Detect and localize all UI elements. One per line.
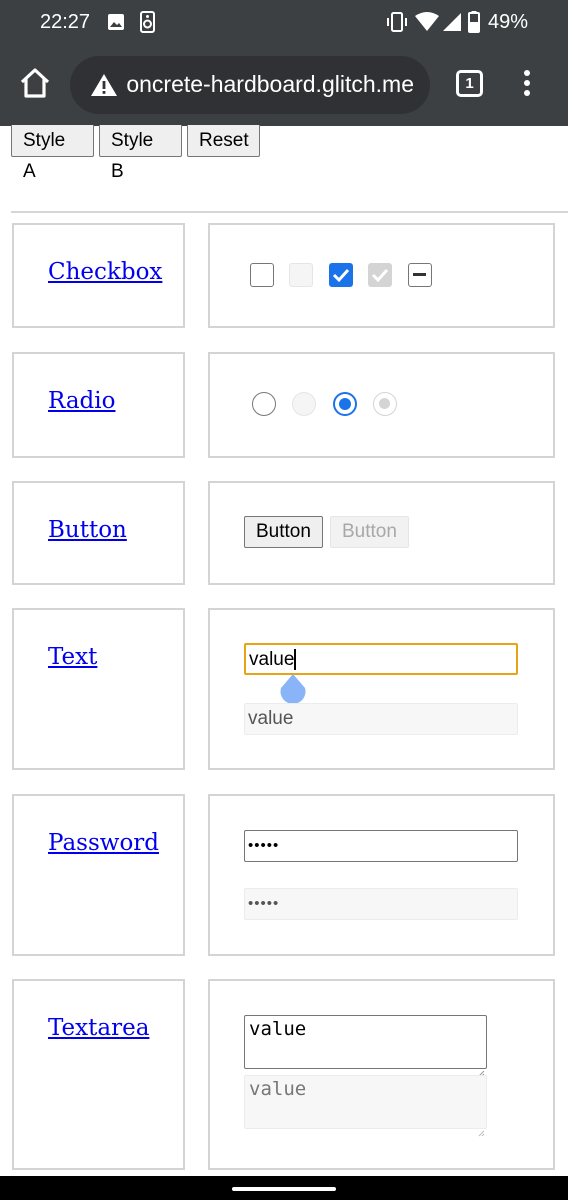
vibrate-icon xyxy=(386,12,408,37)
radio-link[interactable]: Radio xyxy=(48,388,115,414)
textarea-input[interactable]: value xyxy=(244,1015,487,1077)
signal-icon xyxy=(442,12,462,37)
image-icon xyxy=(107,13,125,36)
control-cell-password: ••••• ••••• xyxy=(208,794,555,956)
divider xyxy=(11,211,568,213)
password-link[interactable]: Password xyxy=(48,830,159,856)
tab-switcher-button[interactable]: 1 xyxy=(456,70,483,97)
browser-toolbar: concrete-hardboard.glitch.me 1 xyxy=(0,46,568,126)
label-cell-password: Password xyxy=(12,794,185,956)
url-text[interactable]: concrete-hardboard.glitch.me xyxy=(126,71,414,98)
disabled-button: Button xyxy=(330,516,409,548)
control-cell-textarea: value value xyxy=(208,979,555,1170)
wifi-icon xyxy=(415,12,439,37)
password-input[interactable]: ••••• xyxy=(244,830,518,862)
text-input[interactable]: value xyxy=(244,643,518,675)
battery-percent: 49% xyxy=(487,11,528,33)
more-vert-icon[interactable] xyxy=(515,70,539,100)
status-time: 22:27 xyxy=(40,11,91,33)
speaker-icon xyxy=(140,11,155,38)
resize-grip-icon xyxy=(478,1120,485,1137)
radio-disabled-checked xyxy=(373,392,397,416)
status-bar: 22:27 49% xyxy=(0,0,568,46)
warning-icon[interactable] xyxy=(90,73,118,102)
radio-checked[interactable] xyxy=(333,392,357,416)
label-cell-radio: Radio xyxy=(12,352,185,458)
style-a-button[interactable]: Style A xyxy=(11,125,94,182)
radio-unchecked[interactable] xyxy=(252,392,276,416)
reset-button[interactable]: Reset xyxy=(187,125,260,157)
label-cell-text: Text xyxy=(12,608,185,770)
radio-disabled xyxy=(292,392,316,416)
disabled-textarea: value xyxy=(244,1075,487,1137)
button-link[interactable]: Button xyxy=(48,517,127,543)
text-caret xyxy=(294,649,296,671)
enabled-button[interactable]: Button xyxy=(244,516,323,548)
disabled-text-input: value xyxy=(244,703,518,735)
label-cell-checkbox: Checkbox xyxy=(12,223,185,328)
control-cell-button: Button Button xyxy=(208,481,555,585)
url-bar[interactable]: concrete-hardboard.glitch.me xyxy=(70,56,430,114)
textarea-link[interactable]: Textarea xyxy=(48,1015,149,1041)
control-cell-checkbox xyxy=(208,223,555,328)
textarea-value: value xyxy=(249,1018,307,1040)
system-nav-bar xyxy=(0,1176,568,1200)
disabled-password-input: ••••• xyxy=(244,888,518,920)
checkbox-unchecked[interactable] xyxy=(250,263,274,287)
battery-icon xyxy=(468,11,480,38)
checkbox-checked[interactable] xyxy=(329,263,353,287)
selection-handle[interactable] xyxy=(279,674,307,706)
checkbox-disabled-checked xyxy=(368,263,392,287)
label-cell-button: Button xyxy=(12,481,185,585)
style-b-button[interactable]: Style B xyxy=(99,125,182,182)
label-cell-textarea: Textarea xyxy=(12,979,185,1170)
control-cell-radio xyxy=(208,352,555,458)
checkbox-disabled xyxy=(289,263,313,287)
home-icon[interactable] xyxy=(18,66,52,100)
text-input-value: value xyxy=(249,649,295,670)
text-link[interactable]: Text xyxy=(48,644,97,670)
resize-grip-icon[interactable] xyxy=(478,1060,485,1077)
home-gesture-handle[interactable] xyxy=(232,1187,336,1191)
checkbox-indeterminate[interactable] xyxy=(408,263,432,287)
control-cell-text: value value xyxy=(208,608,555,770)
checkbox-link[interactable]: Checkbox xyxy=(48,259,162,285)
disabled-textarea-value: value xyxy=(249,1078,307,1100)
